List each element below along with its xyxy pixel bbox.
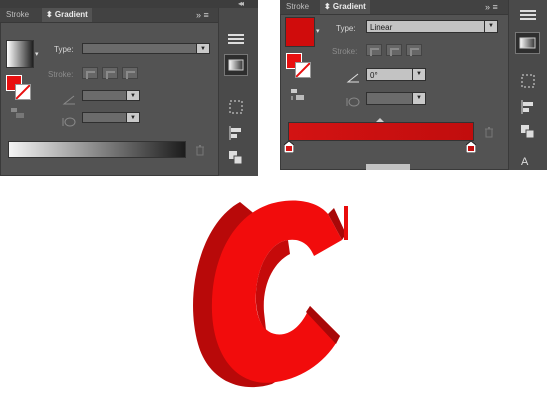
stroke-within-button[interactable] bbox=[366, 44, 382, 56]
tab-stroke[interactable]: Stroke bbox=[282, 0, 313, 14]
trash-icon[interactable] bbox=[483, 125, 495, 138]
stroke-along-button[interactable] bbox=[102, 67, 118, 79]
location-field-partial[interactable] bbox=[366, 164, 410, 170]
angle-value: 0° bbox=[370, 71, 378, 80]
pathfinder-icon[interactable] bbox=[225, 148, 247, 166]
align-icon[interactable] bbox=[517, 98, 539, 116]
gradient-slider-bar[interactable] bbox=[288, 122, 474, 141]
character-panel-icon[interactable]: A bbox=[521, 156, 528, 168]
angle-field[interactable]: ▼ bbox=[82, 90, 140, 101]
panel-dock-strip bbox=[218, 8, 258, 176]
angle-icon bbox=[62, 92, 76, 105]
menu-lines-icon[interactable] bbox=[517, 6, 539, 24]
chevron-down-icon: ▼ bbox=[126, 113, 139, 122]
aspect-ratio-icon bbox=[62, 114, 76, 127]
transform-icon[interactable] bbox=[517, 72, 539, 90]
gradient-panel-right: Stroke ⬍ Gradient » ≡ ▾ Type: Linear ▼ S… bbox=[280, 0, 547, 170]
tab-stroke[interactable]: Stroke bbox=[2, 8, 33, 22]
aspect-ratio-field[interactable]: ▼ bbox=[366, 92, 426, 105]
stroke-color-swatch[interactable] bbox=[15, 84, 31, 100]
chevron-down-icon: ▼ bbox=[412, 93, 425, 104]
stroke-color-swatch[interactable] bbox=[295, 62, 311, 78]
chevron-down-icon: ▼ bbox=[126, 91, 139, 100]
type-select[interactable]: Linear ▼ bbox=[366, 20, 498, 33]
panel-menu-button[interactable]: » ≡ bbox=[196, 8, 209, 22]
gradient-swatch-thumbnail[interactable] bbox=[285, 17, 315, 47]
panel-tab-bar: Stroke ⬍ Gradient » ≡ bbox=[280, 0, 508, 15]
panel-menu-button[interactable]: » ≡ bbox=[485, 0, 498, 14]
type-label: Type: bbox=[336, 24, 356, 33]
gradient-tool-icon[interactable] bbox=[224, 54, 248, 76]
tab-gradient[interactable]: ⬍ Gradient bbox=[320, 0, 370, 14]
gradient-panel-left: ◂◂ Stroke ⬍ Gradient » ≡ ▾ Type: ▼ Strok… bbox=[0, 0, 258, 176]
stroke-across-button[interactable] bbox=[406, 44, 422, 56]
menu-lines-icon[interactable] bbox=[225, 30, 247, 48]
angle-icon bbox=[346, 70, 360, 83]
gradient-stop-right[interactable] bbox=[465, 140, 477, 154]
panel-tab-bar: Stroke ⬍ Gradient » ≡ bbox=[0, 8, 218, 23]
angle-field[interactable]: 0° ▼ bbox=[366, 68, 426, 81]
gradient-slider-bar[interactable] bbox=[8, 141, 186, 158]
gradient-swatch-thumbnail[interactable] bbox=[6, 40, 34, 68]
gradient-stop-left[interactable] bbox=[283, 140, 295, 154]
stroke-along-button[interactable] bbox=[386, 44, 402, 56]
type-label: Type: bbox=[54, 45, 74, 54]
pathfinder-icon[interactable] bbox=[517, 122, 539, 140]
swatch-dropdown-icon[interactable]: ▾ bbox=[35, 50, 39, 58]
gradient-tool-icon[interactable] bbox=[515, 32, 540, 54]
aspect-ratio-icon bbox=[346, 94, 360, 107]
trash-icon[interactable] bbox=[194, 143, 206, 156]
chevron-down-icon: ▼ bbox=[484, 21, 497, 32]
aspect-ratio-field[interactable]: ▼ bbox=[82, 112, 140, 123]
letter-c-partial-mark bbox=[344, 206, 348, 240]
type-select[interactable]: ▼ bbox=[82, 43, 210, 54]
stroke-label: Stroke: bbox=[48, 70, 74, 79]
chevron-down-icon: ▼ bbox=[196, 44, 209, 53]
tab-gradient[interactable]: ⬍ Gradient bbox=[42, 8, 92, 22]
align-icon[interactable] bbox=[225, 124, 247, 142]
panel-top-strip: ◂◂ bbox=[0, 0, 258, 8]
stroke-across-button[interactable] bbox=[122, 67, 138, 79]
collapse-panels-button[interactable]: ◂◂ bbox=[238, 0, 244, 8]
transform-icon[interactable] bbox=[225, 98, 247, 116]
swatch-dropdown-icon[interactable]: ▾ bbox=[316, 27, 320, 35]
type-select-value: Linear bbox=[370, 23, 393, 32]
midpoint-diamond-icon[interactable] bbox=[376, 113, 384, 126]
reverse-gradient-icon[interactable] bbox=[290, 88, 306, 102]
stroke-within-button[interactable] bbox=[82, 67, 98, 79]
artwork-3d-letter-c bbox=[193, 200, 348, 388]
reverse-gradient-icon[interactable] bbox=[10, 106, 26, 118]
chevron-down-icon: ▼ bbox=[412, 69, 425, 80]
stroke-label: Stroke: bbox=[332, 47, 358, 56]
panel-dock-strip: A bbox=[508, 0, 547, 170]
